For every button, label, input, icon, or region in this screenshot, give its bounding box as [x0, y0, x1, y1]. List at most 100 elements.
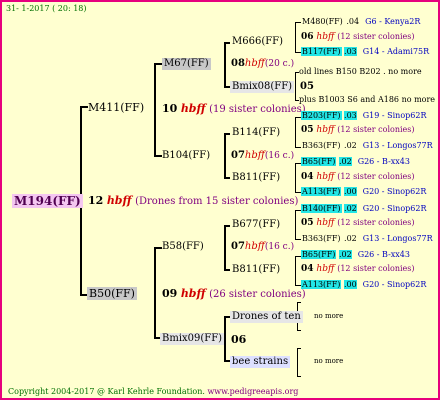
root-note: (Drones from 15 sister colonies) [135, 196, 299, 207]
g5-row: B203(FF) .03 G19 - Sinop62R [301, 111, 426, 120]
m67-hbff: hbff [244, 58, 265, 69]
m666-hbff: hbff [316, 32, 335, 42]
g5-number: .02 [344, 234, 357, 243]
drones-label[interactable]: Drones of ten [230, 311, 303, 323]
bmix09-generation: 06 [231, 333, 247, 346]
footer: Copyright 2004-2017 @ Karl Kehrle Founda… [8, 388, 298, 396]
connector [224, 225, 226, 271]
root-info: 12 hbff (Drones from 15 sister colonies) [88, 195, 298, 207]
g5-row: B117(FF) .03 G14 - Adami75R [301, 47, 430, 56]
plus-line: plus B1003 S6 and A186 no more [299, 96, 435, 104]
bmix08-queen[interactable]: Bmix08(FF) [230, 81, 295, 93]
b811-generation: 04 [301, 172, 314, 182]
pedigree-frame: 31- 1-2017 ( 20: 18) M194(FF) 12 hbff (D… [0, 0, 440, 400]
g5-place: G20 - Sinop62R [362, 204, 427, 213]
m666-queen[interactable]: M666(FF) [232, 37, 283, 47]
connector [297, 348, 301, 349]
sire-generation: 10 [162, 102, 178, 115]
connector [80, 106, 88, 108]
b677-queen[interactable]: B677(FF) [232, 220, 280, 230]
m67-note: (20 c.) [264, 59, 295, 69]
site-link[interactable]: www.pedigreeapis.org [207, 387, 298, 396]
b58-generation: 07 [231, 241, 245, 252]
b104-hbff: hbff [244, 150, 265, 161]
g5-number: .03 [344, 111, 357, 120]
b114-generation: 05 [301, 125, 314, 135]
b677-hbff: hbff [316, 218, 335, 228]
connector [224, 42, 226, 88]
b811-note: (12 sister colonies) [337, 264, 415, 273]
connector [224, 133, 230, 135]
m666-note: (12 sister colonies) [337, 32, 415, 41]
connector [297, 330, 301, 331]
g5-queen[interactable]: M480(FF) [301, 17, 344, 26]
sire-queen[interactable]: M411(FF) [88, 102, 144, 113]
root-queen[interactable]: M194(FF) [12, 194, 83, 208]
g5-queen[interactable]: B363(FF) [301, 234, 342, 243]
g5-queen[interactable]: B65(FF) [301, 157, 337, 166]
connector [295, 210, 296, 239]
bmix08-generation: 05 [300, 81, 314, 92]
sire-hbff: hbff [180, 102, 206, 115]
connector [295, 22, 296, 52]
connector [297, 302, 301, 303]
sire-info: 10 hbff (19 sister colonies) [162, 103, 306, 115]
connector [295, 256, 296, 285]
b58-hbff: hbff [244, 241, 265, 252]
g5-queen[interactable]: B203(FF) [301, 111, 342, 120]
connector [295, 163, 296, 192]
m67-queen[interactable]: M67(FF) [162, 58, 211, 70]
b104-queen[interactable]: B104(FF) [162, 151, 210, 161]
bees-no-more: no more [314, 357, 344, 365]
g5-queen[interactable]: A113(FF) [301, 187, 342, 196]
g5-row: B65(FF) .02 G26 - B-xx43 [301, 157, 410, 166]
b114-hbff: hbff [316, 125, 335, 135]
b811-info: 04 hbff (12 sister colonies) [301, 173, 415, 182]
b677-info: 05 hbff (12 sister colonies) [301, 219, 415, 228]
connector [224, 269, 230, 271]
m67-generation: 08 [231, 58, 245, 69]
g5-row: A113(FF) .00 G20 - Sinop62R [301, 187, 426, 196]
plus-line-more: no more [401, 95, 436, 104]
g5-queen[interactable]: B117(FF) [301, 47, 342, 56]
g5-queen[interactable]: B363(FF) [301, 141, 342, 150]
b811-queen[interactable]: B811(FF) [232, 265, 280, 275]
g5-place: G20 - Sinop62R [362, 280, 427, 289]
b114-queen[interactable]: B114(FF) [232, 128, 280, 138]
copyright-text: Copyright 2004-2017 @ Karl Kehrle Founda… [8, 387, 205, 396]
g5-number: .03 [344, 47, 357, 56]
b58-queen[interactable]: B58(FF) [162, 242, 204, 252]
root-generation: 12 [88, 194, 104, 207]
g5-queen[interactable]: B65(FF) [301, 250, 337, 259]
g5-number: .02 [344, 204, 357, 213]
dam-generation: 09 [162, 287, 178, 300]
g5-row: B140(FF) .02 G20 - Sinop62R [301, 204, 427, 213]
bmix09-queen[interactable]: Bmix09(FF) [160, 333, 225, 345]
g5-queen[interactable]: A113(FF) [301, 280, 342, 289]
connector [224, 133, 226, 179]
dam-hbff: hbff [180, 287, 206, 300]
m666-info: 06 hbff (12 sister colonies) [301, 33, 415, 42]
g5-place: G14 - Adami75R [362, 47, 430, 56]
connector [154, 247, 156, 339]
dam-queen[interactable]: B50(FF) [87, 287, 137, 300]
g5-number: .02 [338, 250, 352, 259]
date-stamp: 31- 1-2017 ( 20: 18) [6, 4, 87, 13]
g5-number: .00 [343, 187, 357, 196]
b811-info: 04 hbff (12 sister colonies) [301, 265, 415, 274]
g5-place: G26 - B-xx43 [357, 157, 410, 166]
g5-number: .00 [343, 280, 357, 289]
b811-queen[interactable]: B811(FF) [232, 173, 280, 183]
plus-line-text: plus B1003 S6 and A186 [299, 95, 400, 104]
b58-note: (16 c.) [264, 242, 295, 252]
g5-row: B363(FF) .02 G13 - Longos77R [301, 142, 433, 150]
bee-strains-label[interactable]: bee strains [230, 356, 291, 368]
dam-note: (26 sister colonies) [209, 289, 306, 300]
g5-row: B363(FF) .02 G13 - Longos77R [301, 235, 433, 243]
connector [297, 376, 301, 377]
g5-row: A113(FF) .00 G20 - Sinop62R [301, 280, 427, 289]
g5-row: M480(FF) .04 G6 - Kenya2R [301, 18, 420, 26]
g5-queen[interactable]: B140(FF) [301, 204, 342, 213]
b58-info: 07hbff(16 c.) [231, 242, 294, 252]
connector [224, 177, 230, 179]
